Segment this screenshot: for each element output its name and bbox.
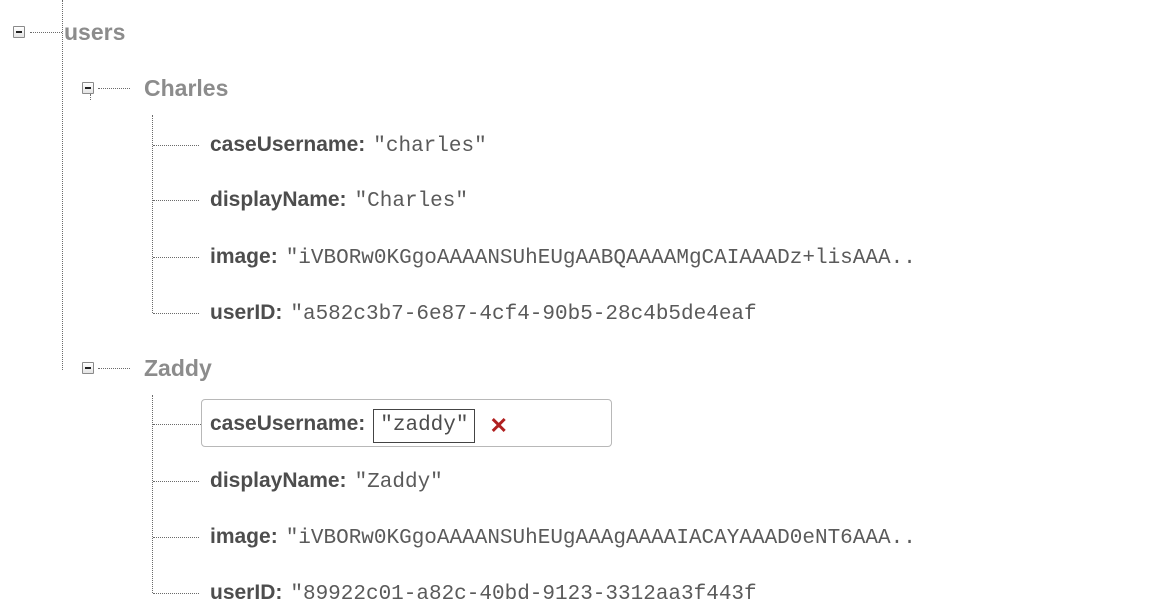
- tree-guide-line: [98, 88, 130, 89]
- field-value[interactable]: "Charles": [355, 190, 468, 213]
- field-row-image[interactable]: image: "iVBORw0KGgoAAAANSUhEUgAABQAAAAMgC…: [210, 239, 916, 275]
- field-value-input[interactable]: "zaddy": [373, 408, 476, 443]
- field-value[interactable]: "iVBORw0KGgoAAAANSUhEUgAAAgAAAAIACAYAAAD…: [286, 527, 916, 550]
- database-tree: users Charles caseUsername: "charles" dis…: [0, 0, 1151, 606]
- tree-guide-line: [153, 257, 199, 258]
- collapse-toggle-icon[interactable]: [82, 82, 94, 94]
- tree-guide-line: [153, 537, 199, 538]
- field-key: displayName:: [210, 188, 347, 211]
- node-user-zaddy[interactable]: Zaddy: [144, 354, 212, 382]
- field-key: displayName:: [210, 469, 347, 492]
- field-row-image[interactable]: image: "iVBORw0KGgoAAAANSUhEUgAAAgAAAAIAC…: [210, 519, 916, 555]
- field-row-displayname[interactable]: displayName: "Zaddy": [210, 463, 443, 499]
- close-icon[interactable]: ✕: [489, 408, 507, 444]
- field-key: caseUsername:: [210, 412, 366, 435]
- field-row-userid[interactable]: userID: "a582c3b7-6e87-4cf4-90b5-28c4b5de…: [210, 295, 757, 331]
- field-key: caseUsername:: [210, 133, 366, 156]
- tree-guide-line: [153, 200, 199, 201]
- field-key: image:: [210, 245, 278, 268]
- tree-guide-line: [62, 0, 63, 370]
- tree-guide-line: [30, 32, 62, 33]
- field-value[interactable]: "89922c01-a82c-40bd-9123-3312aa3f443f: [290, 583, 756, 606]
- tree-guide-line: [153, 424, 201, 425]
- field-row-caseusername[interactable]: caseUsername: "charles": [210, 127, 487, 163]
- field-key: userID:: [210, 581, 283, 604]
- tree-guide-line: [90, 94, 91, 100]
- tree-guide-line: [153, 145, 199, 146]
- field-value[interactable]: "Zaddy": [355, 471, 443, 494]
- tree-guide-line: [153, 593, 199, 594]
- tree-guide-line: [153, 481, 199, 482]
- field-row-caseusername-editing[interactable]: caseUsername: "zaddy" ✕: [210, 406, 508, 444]
- node-user-charles[interactable]: Charles: [144, 74, 228, 102]
- tree-guide-line: [153, 313, 199, 314]
- node-users[interactable]: users: [64, 18, 125, 46]
- field-key: userID:: [210, 301, 283, 324]
- field-value[interactable]: "a582c3b7-6e87-4cf4-90b5-28c4b5de4eaf: [290, 303, 756, 326]
- field-value[interactable]: "iVBORw0KGgoAAAANSUhEUgAABQAAAAMgCAIAAAD…: [286, 247, 916, 270]
- field-key: image:: [210, 525, 278, 548]
- field-value[interactable]: "charles": [373, 135, 486, 158]
- collapse-toggle-icon[interactable]: [82, 362, 94, 374]
- tree-guide-line: [98, 368, 130, 369]
- collapse-toggle-icon[interactable]: [13, 26, 25, 38]
- field-row-userid[interactable]: userID: "89922c01-a82c-40bd-9123-3312aa3f…: [210, 575, 757, 611]
- field-row-displayname[interactable]: displayName: "Charles": [210, 182, 468, 218]
